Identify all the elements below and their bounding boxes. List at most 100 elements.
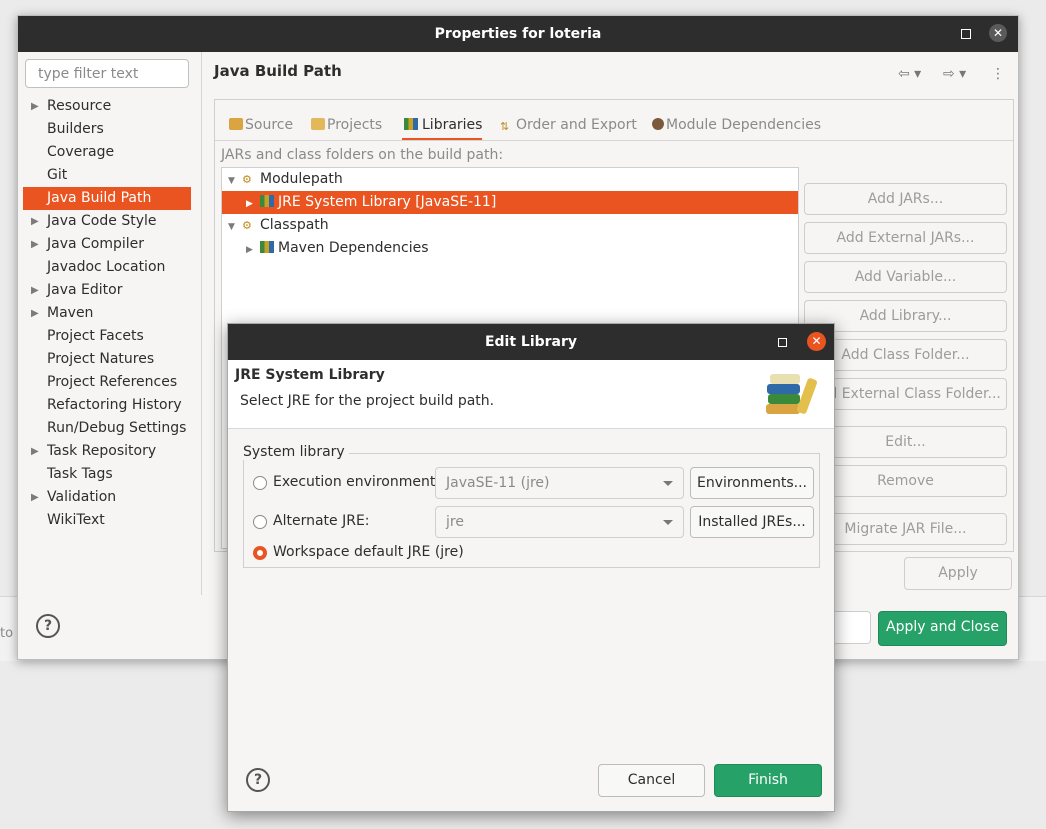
close-icon[interactable]: ✕ (989, 24, 1007, 42)
help-icon[interactable]: ? (246, 768, 270, 792)
nav-item-run-debug-settings[interactable]: Run/Debug Settings (23, 417, 191, 440)
nav-item-java-build-path[interactable]: Java Build Path (23, 187, 191, 210)
close-icon[interactable]: ✕ (807, 332, 826, 351)
expand-arrow-icon[interactable]: ▶ (31, 486, 39, 509)
nav-item-refactoring-history[interactable]: Refactoring History (23, 394, 191, 417)
nav-item-label: Task Tags (47, 466, 113, 482)
tree-row-label: JRE System Library [JavaSE-11] (278, 194, 497, 210)
alternate-jre-combo[interactable]: jre (435, 506, 684, 538)
combo-value: JavaSE-11 (jre) (446, 475, 550, 491)
tab-projects[interactable]: Projects (311, 112, 382, 138)
tab-label: Module Dependencies (666, 117, 821, 133)
workspace-default-jre-label: Workspace default JRE (jre) (273, 544, 464, 560)
nav-item-java-editor[interactable]: ▶ Java Editor (23, 279, 191, 302)
add-external-jars-button[interactable]: Add External JARs... (804, 222, 1007, 254)
execution-environment-label: Execution environment: (273, 474, 441, 490)
cancel-button-partial[interactable] (831, 611, 871, 644)
properties-nav: ▶ Resource Builders Coverage Git Java Bui… (23, 95, 191, 532)
filter-input[interactable] (25, 59, 189, 88)
nav-item-coverage[interactable]: Coverage (23, 141, 191, 164)
order-export-icon: ⇅ (500, 120, 510, 133)
apply-and-close-button[interactable]: Apply and Close (878, 611, 1007, 646)
add-jars-button[interactable]: Add JARs... (804, 183, 1007, 215)
nav-item-label: Task Repository (47, 443, 157, 459)
help-icon[interactable]: ? (36, 614, 60, 638)
nav-item-label: Git (47, 167, 68, 183)
expand-arrow-icon[interactable]: ▶ (31, 279, 39, 302)
alternate-jre-radio[interactable] (253, 515, 267, 529)
nav-divider (201, 52, 202, 595)
nav-item-resource[interactable]: ▶ Resource (23, 95, 191, 118)
nav-item-java-code-style[interactable]: ▶ Java Code Style (23, 210, 191, 233)
dialog-header-title: JRE System Library (235, 367, 385, 383)
cancel-button[interactable]: Cancel (598, 764, 705, 797)
expand-arrow-icon[interactable]: ▶ (31, 302, 39, 325)
properties-titlebar: Properties for loteria ✕ (18, 16, 1018, 52)
nav-item-wikitext[interactable]: WikiText (23, 509, 191, 532)
tab-module-dependencies[interactable]: Module Dependencies (652, 112, 821, 138)
tree-row-jre-system-library[interactable]: ▶ JRE System Library [JavaSE-11] (222, 191, 798, 214)
background-app-text: to (0, 626, 14, 641)
nav-item-label: Builders (47, 121, 104, 137)
add-variable-button[interactable]: Add Variable... (804, 261, 1007, 293)
source-folder-icon (229, 118, 243, 130)
nav-item-builders[interactable]: Builders (23, 118, 191, 141)
build-path-caption: JARs and class folders on the build path… (221, 147, 504, 163)
tab-label: Order and Export (516, 117, 637, 133)
nav-item-project-facets[interactable]: Project Facets (23, 325, 191, 348)
nav-item-validation[interactable]: ▶ Validation (23, 486, 191, 509)
expand-arrow-icon[interactable]: ▶ (31, 95, 39, 118)
nav-item-task-tags[interactable]: Task Tags (23, 463, 191, 486)
nav-item-label: Project Facets (47, 328, 144, 344)
nav-item-task-repository[interactable]: ▶ Task Repository (23, 440, 191, 463)
workspace-default-jre-radio[interactable] (253, 546, 267, 560)
tree-row-modulepath[interactable]: ▼ ⚙ Modulepath (222, 168, 798, 191)
nav-item-project-references[interactable]: Project References (23, 371, 191, 394)
expand-arrow-icon[interactable]: ▶ (31, 210, 39, 233)
nav-item-label: Java Compiler (47, 236, 145, 252)
classpath-icon: ⚙ (242, 219, 252, 232)
finish-button[interactable]: Finish (714, 764, 822, 797)
projects-folder-icon (311, 118, 325, 130)
installed-jres-button[interactable]: Installed JREs... (690, 506, 814, 538)
nav-item-java-compiler[interactable]: ▶ Java Compiler (23, 233, 191, 256)
nav-item-maven[interactable]: ▶ Maven (23, 302, 191, 325)
nav-item-label: Java Code Style (47, 213, 157, 229)
nav-item-label: Validation (47, 489, 117, 505)
execution-environment-radio[interactable] (253, 476, 267, 490)
nav-item-label: Javadoc Location (47, 259, 166, 275)
libraries-icon (404, 118, 418, 130)
back-arrow-icon[interactable]: ⇦ ▾ (898, 66, 921, 82)
tab-order-and-export[interactable]: ⇅ Order and Export (500, 112, 637, 138)
nav-item-label: Project Natures (47, 351, 155, 367)
tree-row-maven-dependencies[interactable]: ▶ Maven Dependencies (222, 237, 798, 260)
nav-item-javadoc-location[interactable]: Javadoc Location (23, 256, 191, 279)
expand-arrow-icon[interactable]: ▶ (31, 233, 39, 256)
collapse-arrow-icon[interactable]: ▼ (228, 170, 240, 193)
modulepath-icon: ⚙ (242, 173, 252, 186)
nav-item-git[interactable]: Git (23, 164, 191, 187)
tab-label: Libraries (422, 117, 483, 133)
nav-item-label: Refactoring History (47, 397, 182, 413)
environments-button[interactable]: Environments... (690, 467, 814, 499)
maximize-icon[interactable] (778, 338, 787, 347)
tree-row-classpath[interactable]: ▼ ⚙ Classpath (222, 214, 798, 237)
forward-arrow-icon[interactable]: ⇨ ▾ (943, 66, 966, 82)
view-menu-icon[interactable]: ⋮ (991, 66, 1005, 82)
expand-arrow-icon[interactable]: ▶ (246, 193, 258, 216)
apply-button[interactable]: Apply (904, 557, 1012, 590)
execution-environment-combo[interactable]: JavaSE-11 (jre) (435, 467, 684, 499)
module-icon (652, 118, 664, 130)
tab-libraries[interactable]: Libraries (402, 112, 483, 141)
nav-item-label: Project References (47, 374, 178, 390)
tab-source[interactable]: Source (229, 112, 293, 138)
expand-arrow-icon[interactable]: ▶ (31, 440, 39, 463)
nav-item-label: Java Build Path (47, 190, 152, 206)
expand-arrow-icon[interactable]: ▶ (246, 239, 258, 262)
tab-divider (215, 140, 1013, 141)
tree-row-label: Modulepath (260, 171, 343, 187)
nav-item-project-natures[interactable]: Project Natures (23, 348, 191, 371)
maximize-icon[interactable] (961, 29, 971, 39)
nav-item-label: Java Editor (47, 282, 123, 298)
collapse-arrow-icon[interactable]: ▼ (228, 216, 240, 239)
